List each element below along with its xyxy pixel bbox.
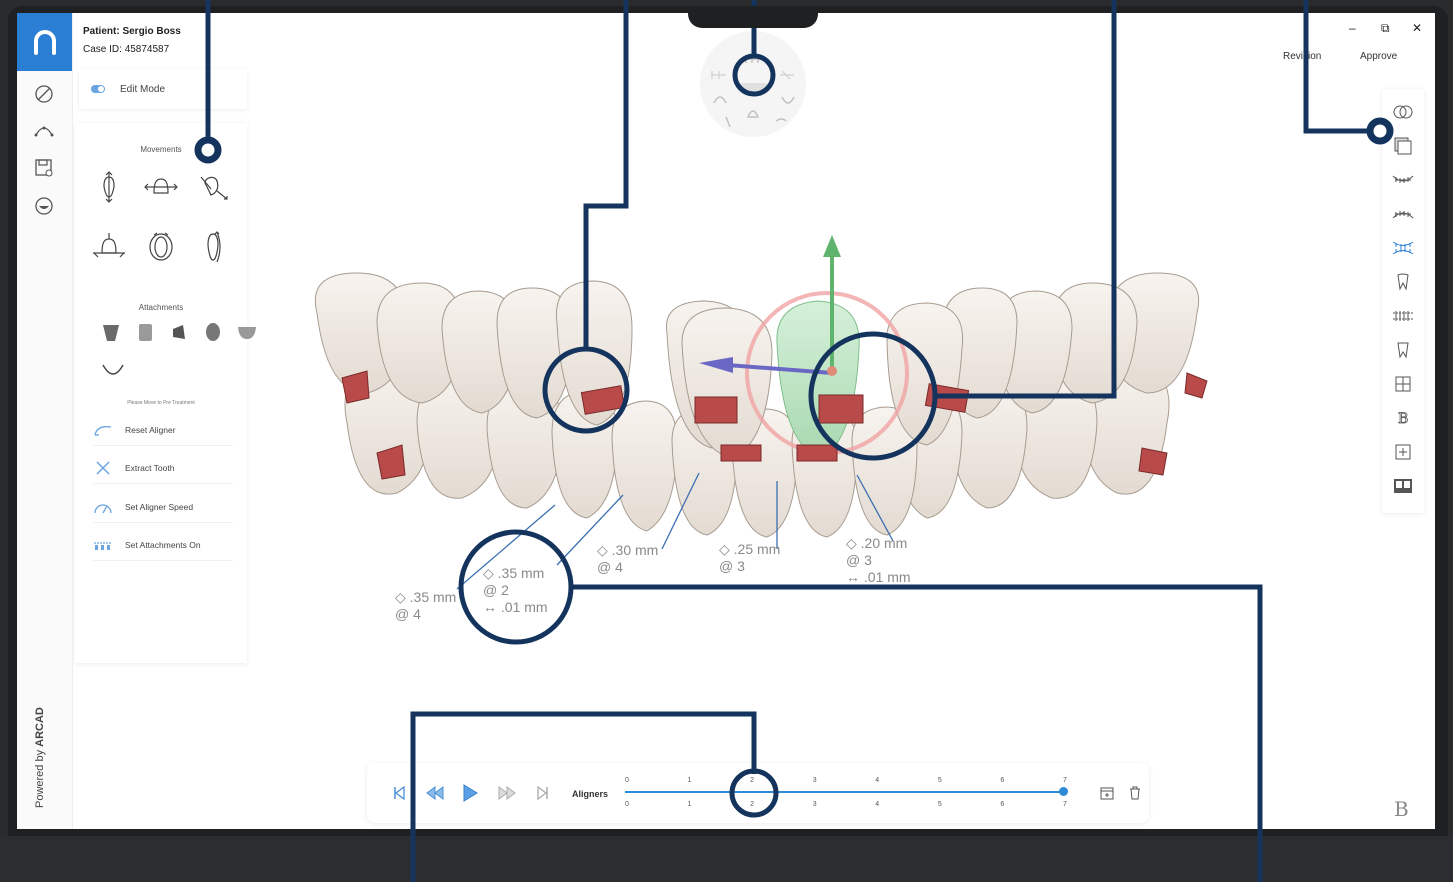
tooth-icon[interactable]: [1392, 271, 1414, 293]
reset-icon: [93, 422, 113, 438]
grid-teeth-icon[interactable]: [1392, 305, 1414, 327]
patient-name: Sergio Boss: [122, 26, 181, 37]
aligners-label: Aligners: [572, 789, 609, 799]
toggle-switch[interactable]: [91, 85, 105, 93]
aligner-timeline: Aligners 0 1 2 3 4 5 6 7 0 1 2 3 4 5 6 7: [367, 763, 1149, 823]
close-button[interactable]: ✕: [1412, 21, 1422, 35]
case-id: 45874587: [124, 44, 170, 55]
timeline-tick-top: 0: [625, 777, 629, 784]
attachment-ellipse-icon[interactable]: [203, 321, 223, 343]
app-window: Powered by ARCAD Patient: Sergio Boss Ca…: [17, 13, 1435, 829]
move-vertical-icon[interactable]: [91, 169, 127, 205]
attachments-title: Attachments: [138, 303, 184, 312]
timeline-tick-bottom: 1: [687, 801, 692, 808]
restore-button[interactable]: ⧉: [1381, 21, 1390, 36]
powered-by: Powered by ARCAD: [34, 707, 46, 808]
attachment-wedge-icon[interactable]: [169, 321, 189, 343]
minimize-button[interactable]: –: [1349, 21, 1356, 35]
torque-icon[interactable]: [195, 229, 231, 265]
measurement-label: ◇ .30 mm @ 4: [597, 542, 659, 575]
action-label: Reset Aligner: [125, 425, 176, 435]
device-bottom-bar: [0, 836, 1453, 882]
device-notch: [688, 6, 818, 28]
fast-forward-icon[interactable]: [497, 783, 517, 803]
tool-panel: Movements Attachments Please Move to Pre…: [75, 123, 256, 663]
intrude-icon[interactable]: [91, 229, 127, 265]
pre-treatment-hint: Please Move to Pre Treatment: [127, 400, 195, 406]
svg-text:B: B: [1398, 411, 1408, 426]
attachment-arc-icon[interactable]: [101, 359, 124, 381]
skip-start-icon[interactable]: [389, 783, 409, 803]
bolton-icon[interactable]: B: [1392, 407, 1414, 429]
timeline-tick-bottom: 6: [1000, 801, 1005, 808]
action-label: Set Attachments On: [125, 540, 201, 550]
move-horizontal-icon[interactable]: [143, 169, 179, 205]
rewind-icon[interactable]: [425, 783, 445, 803]
timeline-tick-bottom: 5: [937, 801, 942, 808]
delete-stage-icon[interactable]: [1125, 783, 1145, 803]
attachment-cup-icon[interactable]: [237, 321, 257, 343]
measurement-label: ◇ .25 mm @ 3: [719, 541, 781, 574]
quadrant-icon[interactable]: [1392, 373, 1414, 395]
timeline-tick-top: 3: [812, 777, 817, 784]
curve-icon[interactable]: [31, 117, 57, 143]
bolton-logo-icon[interactable]: B: [1394, 797, 1416, 821]
timeline-tick-top: 2: [750, 777, 755, 784]
extract-icon: [93, 460, 113, 476]
timeline-tick-top: 7: [1063, 777, 1067, 784]
extract-tooth-button[interactable]: Extract Tooth: [93, 453, 233, 484]
attachment-bevel-icon[interactable]: [101, 321, 121, 343]
attachments-on-icon: [93, 537, 113, 553]
save-icon[interactable]: [31, 155, 57, 181]
smile-icon[interactable]: [31, 193, 57, 219]
compare-icon[interactable]: [1392, 475, 1414, 497]
set-aligner-speed-button[interactable]: Set Aligner Speed: [93, 492, 233, 523]
attachment-rect-icon[interactable]: [135, 321, 155, 343]
measurement-label: ◇ .20 mm @ 3 ↔ .01 mm: [846, 535, 911, 585]
edit-mode-toggle[interactable]: Edit Mode: [79, 69, 247, 109]
play-icon[interactable]: [460, 783, 480, 803]
timeline-tick-bottom: 2: [750, 801, 755, 808]
measurement-label: ◇ .35 mm @ 2 ↔ .01 mm: [483, 565, 548, 615]
movements-title: Movements: [140, 145, 182, 154]
left-rail: Powered by ARCAD: [17, 13, 73, 829]
add-panel-icon[interactable]: [1392, 441, 1414, 463]
compass-icon[interactable]: [31, 81, 57, 107]
arcad-logo[interactable]: [17, 13, 72, 71]
patient-label: Patient:: [83, 26, 120, 37]
timeline-tick-top: 1: [687, 777, 692, 784]
timeline-thumb[interactable]: [1059, 787, 1068, 796]
timeline-tick-bottom: 3: [812, 801, 817, 808]
view-compass[interactable]: [700, 31, 806, 137]
timeline-tick-bottom: 0: [625, 801, 629, 808]
right-toolbar: B: [1382, 89, 1424, 513]
add-stage-icon[interactable]: [1097, 783, 1117, 803]
speed-icon: [93, 499, 113, 515]
skip-end-icon[interactable]: [533, 783, 553, 803]
lower-arch-icon[interactable]: [1392, 203, 1414, 225]
both-arches-icon[interactable]: [1392, 237, 1414, 259]
timeline-tick-bottom: 4: [875, 801, 880, 808]
measurement-label: ◇ .35 mm @ 4: [395, 589, 457, 622]
timeline-tick-top: 5: [937, 777, 942, 784]
timeline-tick-bottom: 7: [1063, 801, 1067, 808]
upper-arch-icon[interactable]: [1392, 169, 1414, 191]
timeline-track[interactable]: [625, 791, 1065, 793]
tip-icon[interactable]: [195, 169, 231, 205]
action-label: Set Aligner Speed: [125, 502, 194, 512]
case-label: Case ID:: [83, 44, 122, 55]
reset-aligner-button[interactable]: Reset Aligner: [93, 415, 233, 446]
set-attachments-on-button[interactable]: Set Attachments On: [93, 530, 233, 561]
action-label: Extract Tooth: [125, 463, 175, 473]
overlay-icon[interactable]: [1392, 101, 1414, 123]
revision-button[interactable]: Revision: [1283, 51, 1321, 62]
tooth-outline-icon[interactable]: [1392, 339, 1414, 361]
approve-button[interactable]: Approve: [1360, 51, 1397, 62]
timeline-tick-top: 4: [875, 777, 880, 784]
layers-icon[interactable]: [1392, 135, 1414, 157]
patient-info: Patient: Sergio Boss Case ID: 45874587: [83, 23, 181, 59]
rotate-icon[interactable]: [143, 229, 179, 265]
edit-mode-label: Edit Mode: [120, 83, 166, 95]
timeline-tick-top: 6: [1000, 777, 1005, 784]
